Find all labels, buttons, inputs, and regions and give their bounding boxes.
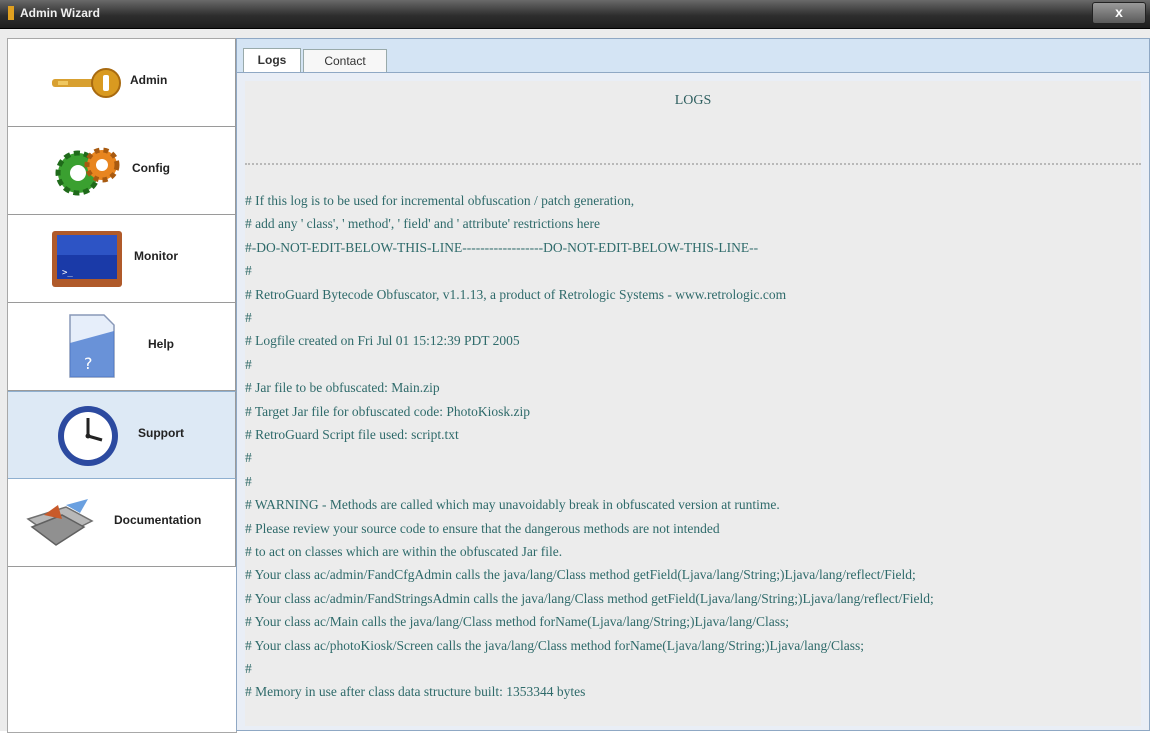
- gears-icon: [55, 147, 120, 196]
- documentation-icon: [26, 499, 94, 546]
- tab-bar: Logs Contact: [237, 39, 1149, 73]
- log-line: # Target Jar file for obfuscated code: P…: [245, 403, 530, 419]
- log-line: # to act on classes which are within the…: [245, 544, 563, 559]
- log-line: # add any ' class', ' method', ' field' …: [245, 216, 600, 232]
- log-line: # Your class ac/admin/FandCfgAdmin calls…: [245, 567, 916, 583]
- log-line: #: [245, 356, 252, 372]
- sidebar-item-config[interactable]: Config: [8, 127, 236, 215]
- log-line: # Your class ac/admin/FandStringsAdmin c…: [245, 590, 934, 606]
- sidebar-item-support[interactable]: Support: [8, 391, 236, 479]
- log-line: # Logfile created on Fri Jul 01 15:12:39…: [245, 333, 520, 349]
- sidebar-item-label: Config: [132, 161, 170, 175]
- sidebar-item-label: Help: [148, 337, 175, 351]
- svg-text:?: ?: [84, 354, 93, 373]
- admin-wizard-window: Admin Wizard x Admin Config >_ Monitor ?…: [0, 0, 1150, 733]
- key-icon: [52, 68, 121, 98]
- close-button[interactable]: x: [1092, 2, 1146, 24]
- window-title: Admin Wizard: [20, 6, 100, 20]
- sidebar-item-label: Support: [138, 426, 184, 440]
- sidebar: Admin Config >_ Monitor ? Help Support D…: [7, 38, 237, 733]
- tab-logs[interactable]: Logs: [243, 48, 301, 73]
- log-line: # Memory in use after class data structu…: [245, 684, 586, 700]
- sidebar-item-documentation[interactable]: Documentation: [8, 479, 236, 567]
- sidebar-item-label: Documentation: [114, 513, 202, 527]
- sidebar-item-help[interactable]: ? Help: [8, 303, 236, 391]
- log-line: #: [245, 473, 252, 489]
- sidebar-item-monitor[interactable]: >_ Monitor: [8, 215, 236, 303]
- title-bar[interactable]: Admin Wizard x: [0, 0, 1150, 29]
- log-line: #: [245, 450, 252, 466]
- log-line: # Your class ac/photoKiosk/Screen calls …: [245, 637, 864, 653]
- sidebar-item-label: Monitor: [134, 249, 178, 263]
- log-line: # Jar file to be obfuscated: Main.zip: [245, 380, 440, 396]
- tab-underline: [237, 72, 1149, 73]
- log-panel[interactable]: LOGS # If this log is to be used for inc…: [245, 81, 1141, 726]
- log-line: #: [245, 310, 252, 325]
- log-line: # Please review your source code to ensu…: [245, 520, 720, 536]
- log-line: # If this log is to be used for incremen…: [245, 193, 635, 208]
- sidebar-item-label: Admin: [130, 73, 168, 87]
- log-line: # RetroGuard Script file used: script.tx…: [245, 427, 459, 442]
- log-line: # Your class ac/Main calls the java/lang…: [245, 614, 790, 630]
- log-heading: LOGS: [674, 93, 712, 108]
- log-divider: [245, 163, 1141, 165]
- monitor-icon: >_: [52, 231, 122, 287]
- svg-text:>_: >_: [62, 268, 73, 278]
- log-line: #: [245, 263, 252, 279]
- clock-icon: [58, 406, 118, 466]
- main-panel: Logs Contact LOGS # If this log is to be…: [236, 38, 1150, 731]
- log-line: #-DO-NOT-EDIT-BELOW-THIS-LINE-----------…: [245, 239, 759, 255]
- log-line: # WARNING - Methods are called which may…: [245, 497, 780, 513]
- help-document-icon: ?: [69, 314, 115, 378]
- app-icon: [8, 6, 14, 20]
- tab-contact[interactable]: Contact: [303, 49, 387, 72]
- sidebar-item-admin[interactable]: Admin: [8, 39, 236, 127]
- log-line: # RetroGuard Bytecode Obfuscator, v1.1.1…: [245, 286, 787, 302]
- log-line: #: [245, 661, 252, 676]
